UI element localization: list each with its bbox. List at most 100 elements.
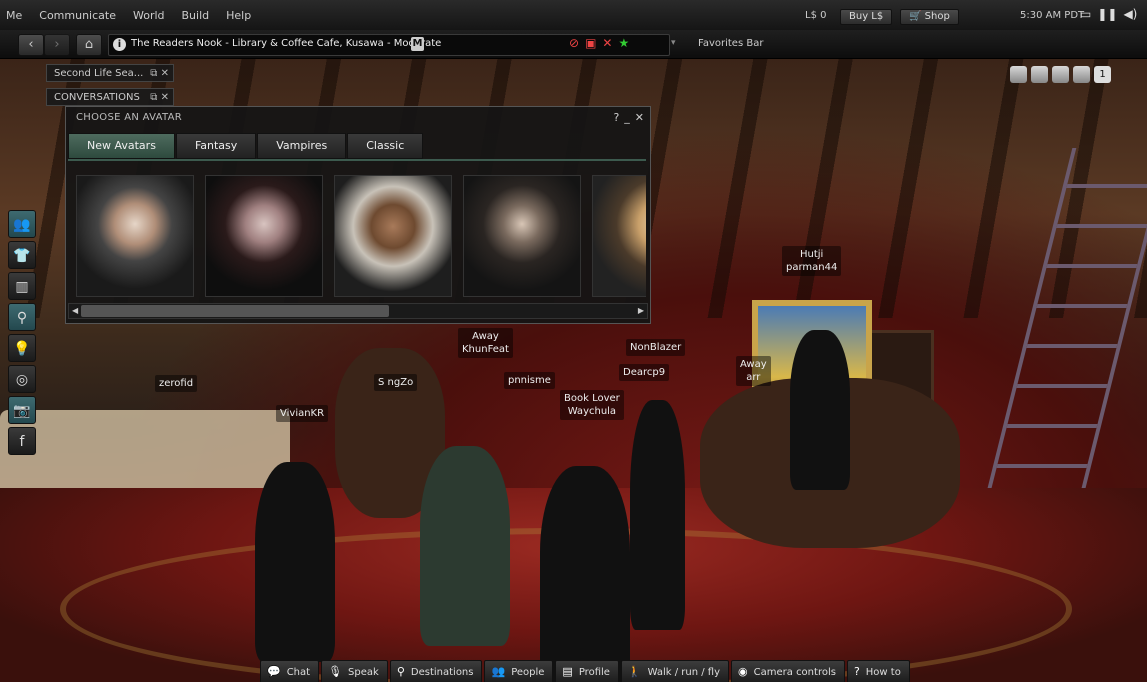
- search-floater-tab[interactable]: Second Life Sea... ⧉ ✕: [46, 64, 174, 82]
- floater-title-controls: ? _ ✕: [613, 111, 644, 124]
- nametag-pnnisme[interactable]: pnnisme: [504, 372, 555, 389]
- nametag-waychula[interactable]: Book Lover Waychula: [560, 390, 624, 420]
- monitor-icon[interactable]: ▭: [1080, 7, 1091, 21]
- status-icons: ▭ ❚❚ ◀): [1080, 7, 1137, 21]
- nametag-zerofid[interactable]: zerofid: [155, 375, 198, 392]
- camera-preset-cube-icon[interactable]: [1052, 66, 1069, 83]
- menu-me[interactable]: Me: [6, 9, 22, 22]
- avatar-white-hair[interactable]: [540, 466, 630, 682]
- linden-balance[interactable]: L$ 0: [805, 10, 826, 21]
- tab-vampires[interactable]: Vampires: [257, 133, 347, 159]
- avatar-seated[interactable]: [420, 446, 510, 646]
- horizontal-scrollbar[interactable]: ◀ ▶: [68, 303, 648, 319]
- menu-communicate[interactable]: Communicate: [39, 9, 116, 22]
- info-icon[interactable]: i: [113, 38, 126, 51]
- nametag-dearcp[interactable]: Dearcp9: [619, 364, 670, 381]
- camera-preset-cube-icon[interactable]: [1031, 66, 1048, 83]
- tab-fantasy[interactable]: Fantasy: [175, 133, 257, 159]
- nametag-rider-left[interactable]: S ngZo: [374, 374, 418, 391]
- suitcase-icon: ▥: [15, 279, 29, 295]
- bottom-toolbar: 💬 Chat 🎙 Speak ⚲ Destinations 👥 People ▤ Prof…: [260, 660, 910, 682]
- speak-button[interactable]: 🎙 Speak: [321, 660, 388, 682]
- home-icon: ⌂: [84, 37, 94, 52]
- camera-preset-cube-icon[interactable]: [1010, 66, 1027, 83]
- inventory-toolbar-button[interactable]: ▥: [8, 272, 36, 300]
- scroll-right-icon[interactable]: ▶: [638, 304, 644, 318]
- camera-preset-cube-icon[interactable]: [1073, 66, 1090, 83]
- search-toolbar-button[interactable]: ⚲: [8, 303, 36, 331]
- people-button[interactable]: 👥 People: [484, 660, 554, 682]
- back-button[interactable]: ‹: [18, 34, 44, 56]
- avatar-thumbnail[interactable]: [76, 175, 194, 297]
- search-icon: ⚲: [16, 310, 28, 326]
- main-menu: Me Communicate World Build Help: [6, 9, 251, 22]
- destinations-button[interactable]: ⚲ Destinations: [389, 660, 483, 682]
- shop-label: Shop: [924, 11, 950, 22]
- camera-controls-button[interactable]: ◉ Camera controls: [731, 660, 845, 682]
- shop-cart-icon: 🛒: [909, 11, 925, 22]
- people-toolbar-button[interactable]: 👥: [8, 210, 36, 238]
- nametag-display-name: Hutji: [800, 249, 824, 260]
- avatar-thumbnail[interactable]: [463, 175, 581, 297]
- dock-icon[interactable]: ⧉: [150, 68, 157, 79]
- nametag-hutji[interactable]: Hutji parman44: [782, 246, 842, 276]
- avatar-rider-right[interactable]: [790, 330, 850, 490]
- profile-card-icon: ▤: [562, 665, 573, 678]
- chat-button[interactable]: 💬 Chat: [260, 660, 320, 682]
- how-to-button[interactable]: ? How to: [846, 660, 910, 682]
- volume-icon[interactable]: ◀): [1123, 7, 1137, 21]
- question-icon: ?: [853, 665, 860, 678]
- menu-build[interactable]: Build: [182, 9, 210, 22]
- tab-new-avatars[interactable]: New Avatars: [68, 133, 175, 159]
- nametag-khunfeat[interactable]: Away KhunFeat: [458, 328, 513, 358]
- nametag-viviankr[interactable]: VivianKR: [276, 405, 329, 422]
- no-voice-icon[interactable]: ⊘: [569, 36, 579, 50]
- scrollbar-thumb[interactable]: [81, 305, 389, 317]
- parcel-icons: ⊘ ▣ ✕ ★: [569, 36, 629, 50]
- avatar-thumbnail[interactable]: [592, 175, 646, 297]
- favorites-bar[interactable]: Favorites Bar: [698, 38, 763, 49]
- help-icon[interactable]: ?: [613, 111, 619, 124]
- nametag-display-name: Waychula: [567, 406, 617, 417]
- no-build-icon[interactable]: ▣: [585, 36, 596, 50]
- nametag-nonblazer[interactable]: NonBlazer: [626, 339, 686, 356]
- shop-button[interactable]: 🛒 Shop: [900, 9, 959, 25]
- avatar-standing[interactable]: [630, 400, 685, 630]
- avatar-thumbnail[interactable]: [205, 175, 323, 297]
- buy-currency-button[interactable]: Buy L$: [840, 9, 893, 25]
- no-script-icon[interactable]: ✕: [602, 36, 612, 50]
- close-icon[interactable]: ✕: [161, 92, 169, 103]
- nametag-away-right[interactable]: Away arr: [736, 356, 771, 386]
- menu-help[interactable]: Help: [226, 9, 251, 22]
- lightbulb-icon: 💡: [13, 341, 31, 357]
- camera-preset-number[interactable]: 1: [1094, 66, 1111, 83]
- pause-media-icon[interactable]: ❚❚: [1097, 7, 1117, 21]
- floater-controls: ⧉ ✕: [150, 65, 169, 83]
- dock-icon[interactable]: ⧉: [150, 92, 157, 103]
- places-toolbar-button[interactable]: 💡: [8, 334, 36, 362]
- close-icon[interactable]: ✕: [635, 111, 644, 124]
- people-icon: 👥: [13, 217, 31, 233]
- snapshot-toolbar-button[interactable]: 📷: [8, 396, 36, 424]
- home-button[interactable]: ⌂: [76, 34, 102, 56]
- location-dropdown-icon[interactable]: ▾: [671, 38, 676, 48]
- facebook-toolbar-button[interactable]: f: [8, 427, 36, 455]
- walk-run-fly-button[interactable]: 🚶 Walk / run / fly: [620, 660, 730, 682]
- left-toolbar: 👥 👕 ▥ ⚲ 💡 ◎ 📷 f: [8, 210, 36, 458]
- forward-button[interactable]: ›: [44, 34, 70, 56]
- minimize-icon[interactable]: _: [624, 111, 630, 124]
- profile-button[interactable]: ▤ Profile: [555, 660, 619, 682]
- scroll-left-icon[interactable]: ◀: [72, 304, 78, 318]
- conversations-floater-tab[interactable]: CONVERSATIONS ⧉ ✕: [46, 88, 174, 106]
- voice-toolbar-button[interactable]: ◎: [8, 365, 36, 393]
- appearance-toolbar-button[interactable]: 👕: [8, 241, 36, 269]
- tab-classic[interactable]: Classic: [347, 133, 424, 159]
- location-bar[interactable]: i The Readers Nook - Library & Coffee Ca…: [108, 34, 670, 56]
- favorite-star-icon[interactable]: ★: [618, 36, 629, 50]
- close-icon[interactable]: ✕: [161, 68, 169, 79]
- avatar-thumbnail[interactable]: [334, 175, 452, 297]
- shirt-icon: 👕: [13, 248, 31, 264]
- camera-controls-label: Camera controls: [753, 667, 836, 678]
- avatar-hooded[interactable]: [255, 462, 335, 662]
- menu-world[interactable]: World: [133, 9, 165, 22]
